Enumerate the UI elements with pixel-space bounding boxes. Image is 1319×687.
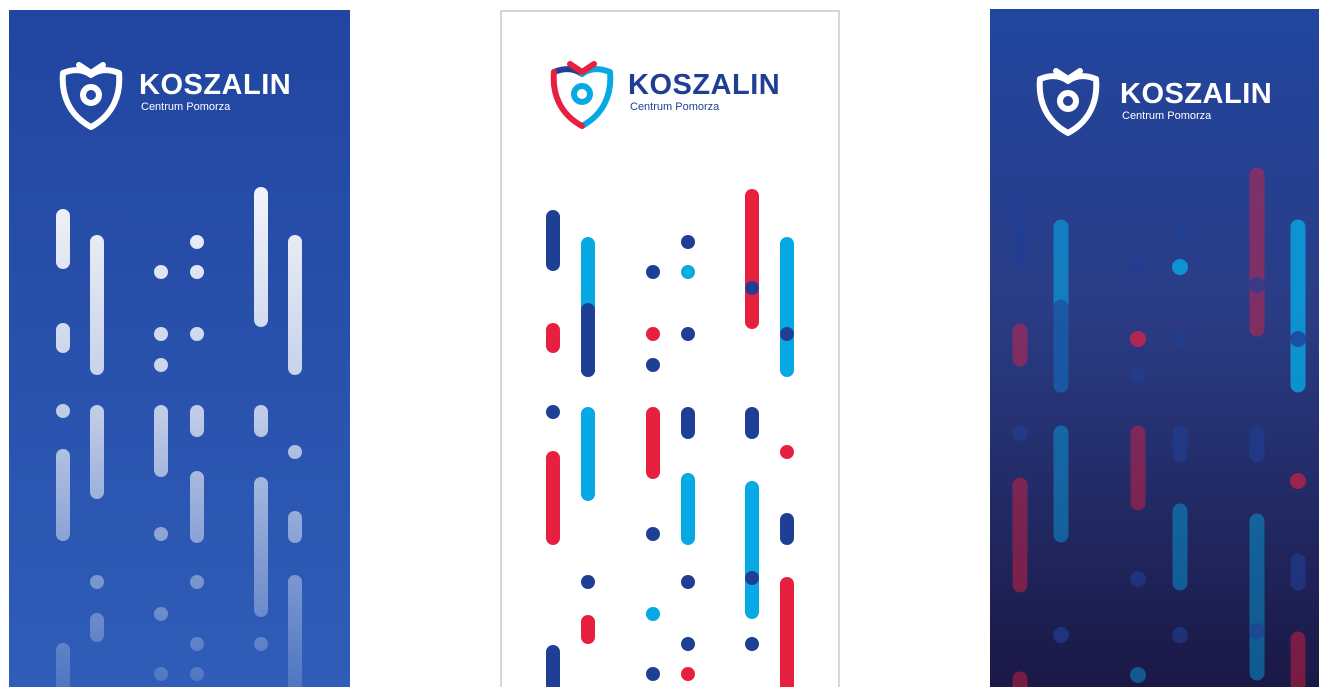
brand-name: KOSZALIN — [1120, 78, 1272, 110]
brand-name: KOSZALIN — [628, 69, 780, 101]
banner-dark: KOSZALIN Centrum Pomorza — [990, 9, 1319, 687]
banner-dark-artwork: KOSZALIN Centrum Pomorza — [990, 9, 1319, 687]
brand-tagline: Centrum Pomorza — [141, 101, 231, 113]
brand-tagline: Centrum Pomorza — [1122, 110, 1212, 122]
banner-blue: KOSZALIN Centrum Pomorza — [9, 10, 350, 687]
banner-white: KOSZALIN Centrum Pomorza — [500, 10, 840, 687]
banner-blue-artwork: KOSZALIN Centrum Pomorza — [9, 10, 350, 687]
brand-tagline: Centrum Pomorza — [630, 101, 720, 113]
banner-white-artwork: KOSZALIN Centrum Pomorza — [502, 12, 838, 687]
brand-name: KOSZALIN — [139, 69, 291, 101]
